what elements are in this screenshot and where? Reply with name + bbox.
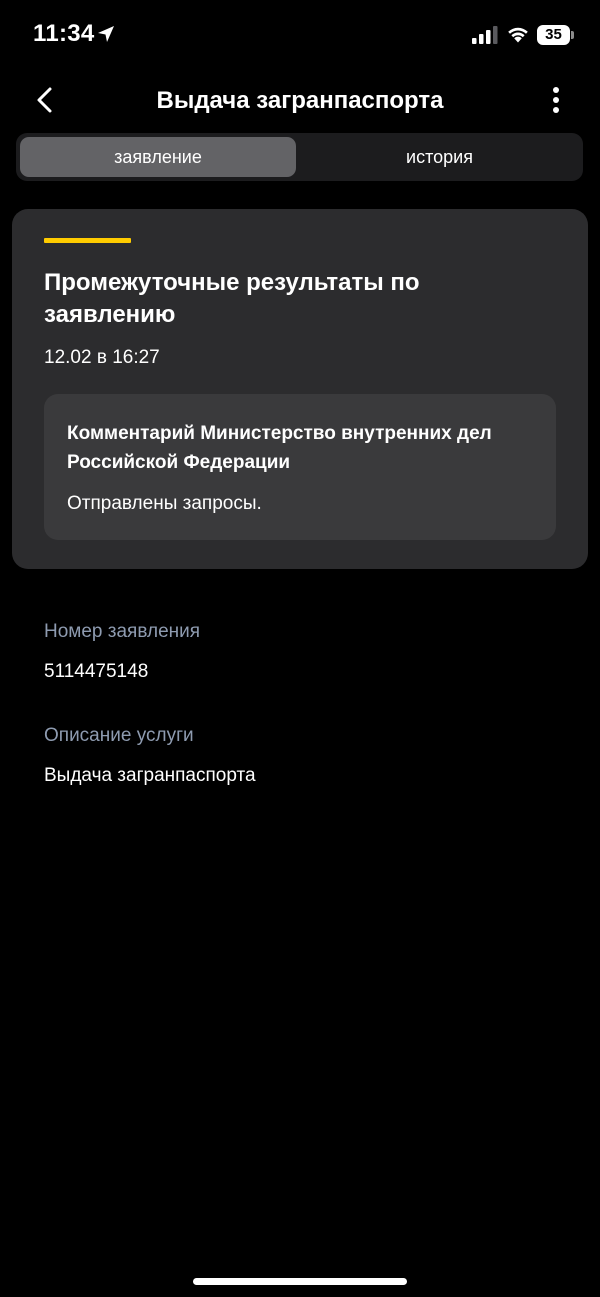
battery-level: 35 bbox=[545, 26, 562, 43]
application-number-label: Номер заявления bbox=[44, 621, 201, 642]
tab-application[interactable]: заявление bbox=[20, 137, 296, 177]
comment-box: Комментарий Министерство внутренних дел … bbox=[44, 394, 556, 540]
tab-switcher: заявление история bbox=[16, 133, 583, 181]
more-vertical-icon[interactable] bbox=[540, 82, 572, 118]
battery-icon: 35 bbox=[537, 25, 570, 45]
application-number-value: 5114475148 bbox=[44, 661, 149, 682]
location-arrow-icon bbox=[98, 26, 114, 42]
service-description-label: Описание услуги bbox=[44, 725, 194, 746]
cellular-signal-icon bbox=[472, 26, 498, 44]
back-button[interactable] bbox=[28, 82, 64, 118]
status-bar: 11:34 35 bbox=[0, 0, 600, 72]
status-card: Промежуточные результаты по заявлению 12… bbox=[12, 209, 588, 569]
battery-tip bbox=[571, 31, 574, 39]
wifi-icon bbox=[508, 27, 528, 43]
status-date: 12.02 в 16:27 bbox=[44, 347, 160, 368]
comment-author: Комментарий Министерство внутренних дел … bbox=[67, 423, 492, 473]
home-indicator[interactable] bbox=[193, 1278, 407, 1285]
status-time: 11:34 bbox=[33, 20, 95, 47]
status-title: Промежуточные результаты по заявлению bbox=[44, 269, 420, 328]
status-accent-bar bbox=[44, 238, 131, 243]
tab-history[interactable]: история bbox=[300, 137, 579, 177]
page-title: Выдача загранпаспорта bbox=[156, 87, 444, 114]
service-description-value: Выдача загранпаспорта bbox=[44, 765, 256, 786]
comment-text: Отправлены запросы. bbox=[67, 493, 262, 514]
